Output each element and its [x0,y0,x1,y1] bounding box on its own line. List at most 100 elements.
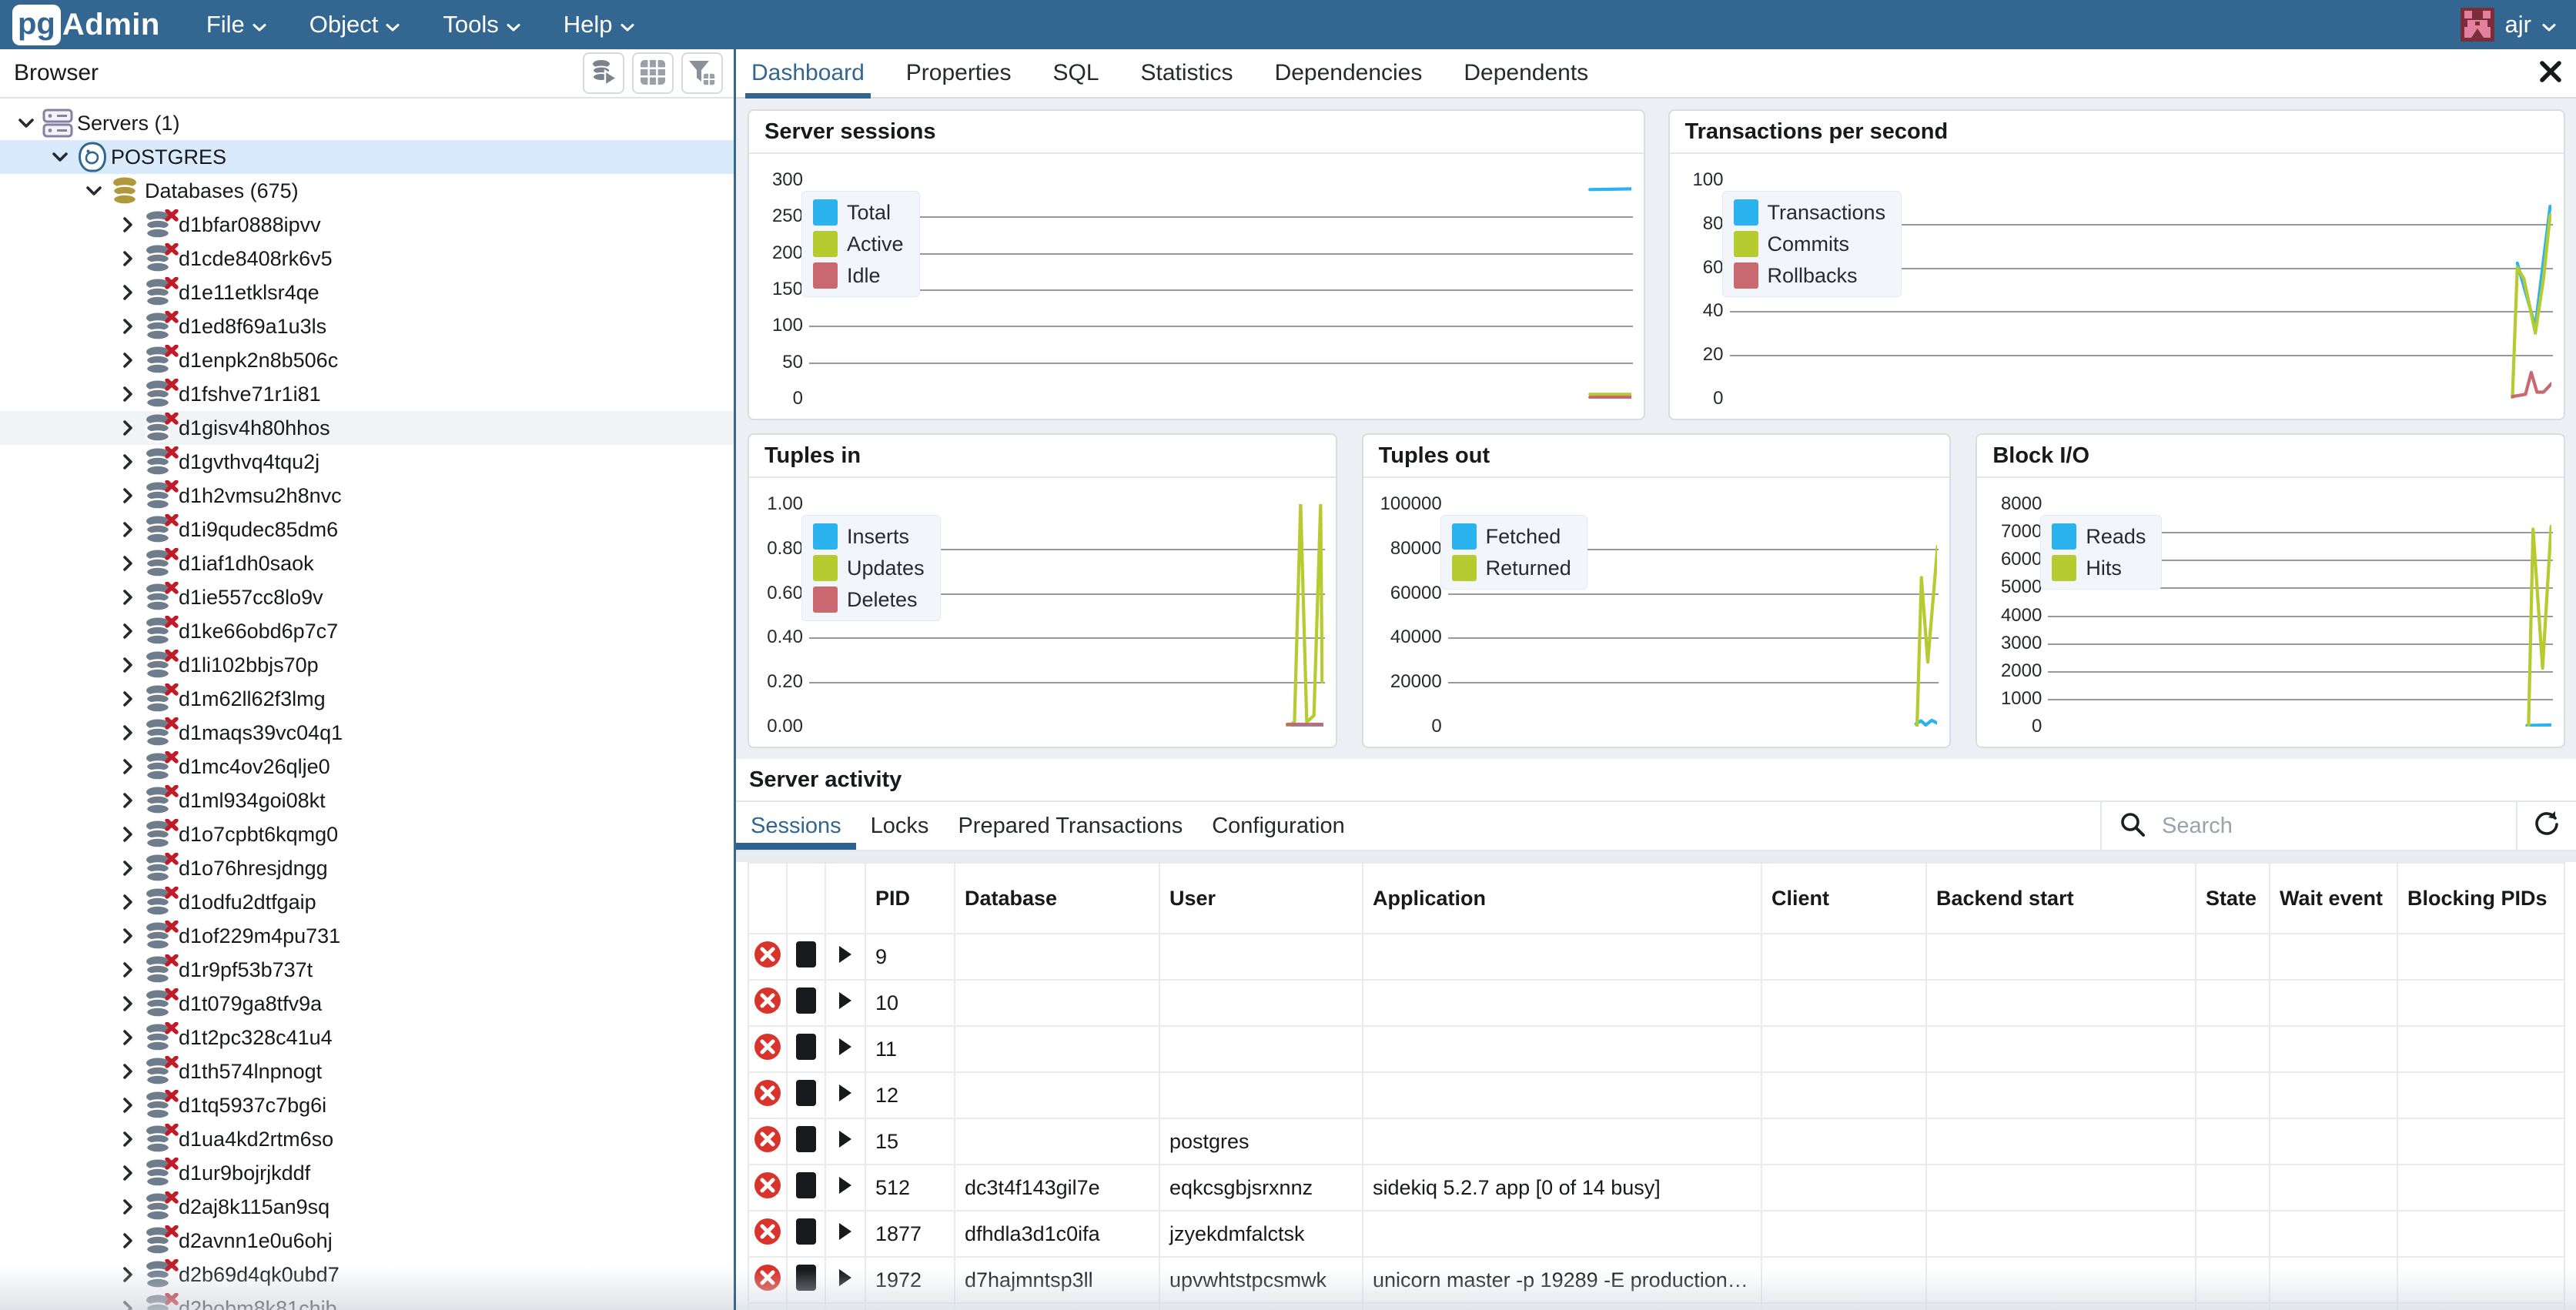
chevron-down-icon[interactable] [79,185,109,196]
activity-tab-prepared-transactions[interactable]: Prepared Transactions [943,802,1197,850]
menu-help[interactable]: Help [564,11,634,38]
chevron-right-icon[interactable] [112,216,143,233]
chevron-right-icon[interactable] [112,284,143,301]
activity-tab-configuration[interactable]: Configuration [1197,802,1360,850]
chevron-right-icon[interactable] [112,657,143,673]
tab-statistics[interactable]: Statistics [1138,49,1236,97]
cancel-button[interactable] [749,934,788,981]
chevron-right-icon[interactable] [112,860,143,877]
chevron-right-icon[interactable] [112,250,143,267]
chevron-right-icon[interactable] [112,1063,143,1080]
expand-details-button[interactable] [826,934,866,981]
expand-details-button[interactable] [826,1165,866,1211]
tree-item-db-d1ua4kd2rtm6so[interactable]: d1ua4kd2rtm6so [0,1122,734,1156]
terminate-button[interactable] [788,981,826,1027]
chevron-right-icon[interactable] [112,487,143,504]
terminate-button[interactable] [788,1027,826,1073]
tree-item-db-d1fshve71r1i81[interactable]: d1fshve71r1i81 [0,377,734,411]
column-header-application[interactable]: Application [1363,864,1762,934]
chevron-right-icon[interactable] [112,1097,143,1114]
terminate-button[interactable] [788,1211,826,1258]
menu-object[interactable]: Object [309,11,400,38]
chevron-right-icon[interactable] [112,1300,143,1310]
tree-item-db-d1li102bbjs70p[interactable]: d1li102bbjs70p [0,648,734,682]
chevron-down-icon[interactable] [11,118,42,129]
database-quick-view-button[interactable] [583,52,624,94]
tree-item-db-d1cde8408rk6v5[interactable]: d1cde8408rk6v5 [0,242,734,276]
cancel-button[interactable] [749,1258,788,1304]
chevron-right-icon[interactable] [112,521,143,538]
user-menu[interactable]: ajr [2461,8,2556,42]
chevron-right-icon[interactable] [112,758,143,775]
chevron-right-icon[interactable] [112,1232,143,1249]
column-header-database[interactable]: Database [955,864,1160,934]
chevron-right-icon[interactable] [112,724,143,741]
tree-item-db-d1maqs39vc04q1[interactable]: d1maqs39vc04q1 [0,716,734,750]
tree-item-db-d1m62ll62f3lmg[interactable]: d1m62ll62f3lmg [0,682,734,716]
tree-item-db-d1t079ga8tfv9a[interactable]: d1t079ga8tfv9a [0,987,734,1021]
cancel-button[interactable] [749,1027,788,1073]
chevron-right-icon[interactable] [112,927,143,944]
tree-item-db-d1gvthvq4tqu2j[interactable]: d1gvthvq4tqu2j [0,445,734,479]
expand-details-button[interactable] [826,1073,866,1119]
tree-item-db-d1o7cpbt6kqmg0[interactable]: d1o7cpbt6kqmg0 [0,817,734,851]
chevron-right-icon[interactable] [112,826,143,843]
activity-tab-sessions[interactable]: Sessions [736,802,856,850]
column-header-state[interactable]: State [2196,864,2270,934]
menu-file[interactable]: File [206,11,266,38]
tab-properties[interactable]: Properties [903,49,1015,97]
terminate-button[interactable] [788,1258,826,1304]
cancel-button[interactable] [749,1119,788,1165]
chevron-right-icon[interactable] [112,1165,143,1181]
chevron-right-icon[interactable] [112,690,143,707]
filter-grid-button[interactable] [681,52,723,94]
chevron-right-icon[interactable] [112,386,143,403]
tree-item-postgres[interactable]: POSTGRES [0,140,734,174]
column-header-backend-start[interactable]: Backend start [1927,864,2196,934]
tree-item-db-d1h2vmsu2h8nvc[interactable]: d1h2vmsu2h8nvc [0,479,734,513]
tree-item-db-d2aj8k115an9sq[interactable]: d2aj8k115an9sq [0,1190,734,1224]
tree-item-db-d1ed8f69a1u3ls[interactable]: d1ed8f69a1u3ls [0,309,734,343]
tree-item-db-d1mc4ov26qlje0[interactable]: d1mc4ov26qlje0 [0,750,734,784]
tree-item-db-d1of229m4pu731[interactable]: d1of229m4pu731 [0,919,734,953]
tree-item-db-d1e11etklsr4qe[interactable]: d1e11etklsr4qe [0,276,734,309]
tree-item-db-d1ml934goi08kt[interactable]: d1ml934goi08kt [0,784,734,817]
chevron-right-icon[interactable] [112,1198,143,1215]
close-icon[interactable] [2538,58,2564,87]
expand-details-button[interactable] [826,1211,866,1258]
tree-item-db-d2bobm8k81chib[interactable]: d2bobm8k81chib [0,1292,734,1310]
chevron-right-icon[interactable] [112,419,143,436]
search-input[interactable] [2160,813,2456,840]
chevron-right-icon[interactable] [112,792,143,809]
tree-item-db-d1gisv4h80hhos[interactable]: d1gisv4h80hhos [0,411,734,445]
tree-item-db-d1t2pc328c41u4[interactable]: d1t2pc328c41u4 [0,1021,734,1054]
column-header-user[interactable]: User [1160,864,1363,934]
chevron-right-icon[interactable] [112,894,143,911]
chevron-down-icon[interactable] [45,152,75,162]
tree-item-db-d1th574lnpnogt[interactable]: d1th574lnpnogt [0,1054,734,1088]
grid-button[interactable] [632,52,674,94]
chevron-right-icon[interactable] [112,623,143,640]
tree-item-servers[interactable]: Servers (1) [0,106,734,140]
tree-item-db-d1ke66obd6p7c7[interactable]: d1ke66obd6p7c7 [0,614,734,648]
tree-item-db-d1enpk2n8b506c[interactable]: d1enpk2n8b506c [0,343,734,377]
expand-details-button[interactable] [826,1119,866,1165]
expand-details-button[interactable] [826,1027,866,1073]
tree-item-db-d2avnn1e0u6ohj[interactable]: d2avnn1e0u6ohj [0,1224,734,1258]
chevron-right-icon[interactable] [112,1266,143,1283]
tree-item-db-d1odfu2dtfgaip[interactable]: d1odfu2dtfgaip [0,885,734,919]
cancel-button[interactable] [749,1211,788,1258]
chevron-right-icon[interactable] [112,352,143,369]
chevron-right-icon[interactable] [112,318,143,335]
chevron-right-icon[interactable] [112,453,143,470]
chevron-right-icon[interactable] [112,995,143,1012]
chevron-right-icon[interactable] [112,961,143,978]
terminate-button[interactable] [788,934,826,981]
tab-sql[interactable]: SQL [1050,49,1102,97]
tree-item-db-d1iaf1dh0saok[interactable]: d1iaf1dh0saok [0,546,734,580]
tree-item-db-d1tq5937c7bg6i[interactable]: d1tq5937c7bg6i [0,1088,734,1122]
tree-item-db-d1r9pf53b737t[interactable]: d1r9pf53b737t [0,953,734,987]
cancel-button[interactable] [749,1073,788,1119]
tab-dependencies[interactable]: Dependencies [1272,49,1426,97]
terminate-button[interactable] [788,1119,826,1165]
